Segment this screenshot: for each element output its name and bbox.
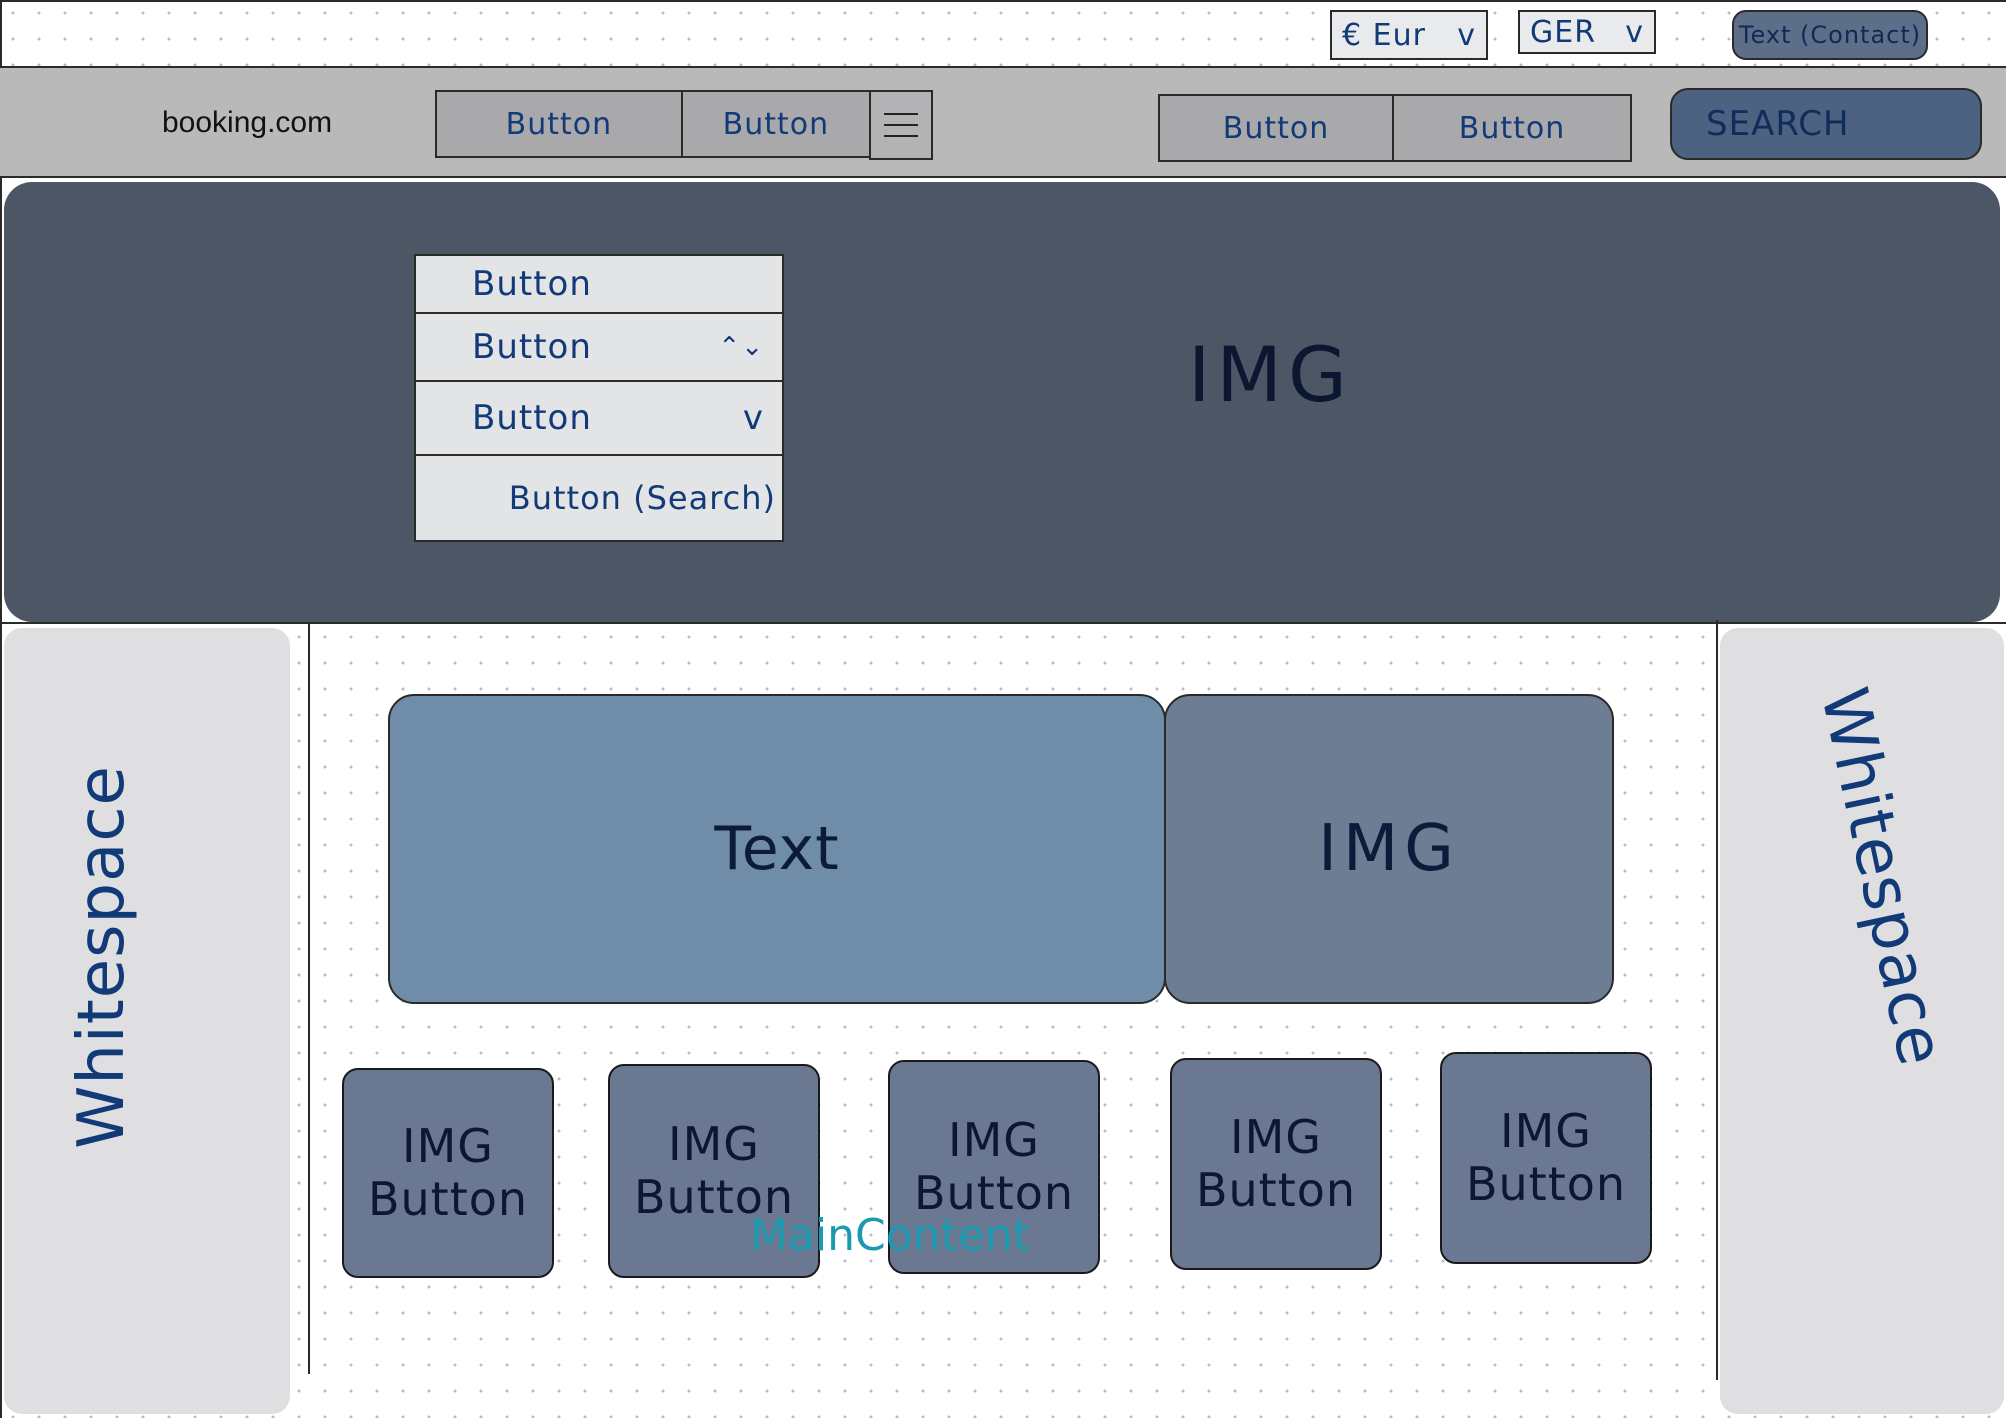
nav-right-button-1[interactable]: Button: [1160, 96, 1392, 160]
menu-icon[interactable]: [869, 90, 933, 160]
currency-select[interactable]: € Eur v: [1330, 10, 1488, 60]
search-panel-row-guests[interactable]: Button v: [416, 382, 782, 456]
nav-right-button-2[interactable]: Button: [1392, 96, 1630, 160]
search-button[interactable]: Search: [1670, 88, 1982, 160]
hero-image-label: IMG: [1188, 330, 1353, 419]
nav-left-button-2[interactable]: Button: [680, 92, 869, 156]
contact-link[interactable]: Text (Contact): [1732, 10, 1928, 60]
chevron-down-icon[interactable]: v: [743, 398, 764, 438]
nav-right-button-group: Button Button: [1158, 94, 1632, 162]
chevron-down-icon: v: [1625, 14, 1644, 50]
search-submit-button[interactable]: Button (Search): [509, 479, 776, 517]
card-image-label: IMG: [1500, 1104, 1592, 1159]
stepper-icon[interactable]: ⌃⌄: [718, 332, 764, 362]
card-button-label: Button: [1195, 1163, 1357, 1217]
card-image-label: IMG: [668, 1117, 760, 1172]
destination-button[interactable]: Button: [472, 264, 592, 304]
language-value: GER: [1530, 14, 1597, 50]
nav-left-button-1[interactable]: Button: [437, 92, 681, 156]
card-image-label: IMG: [948, 1113, 1040, 1168]
top-frame-line: [0, 0, 2006, 2]
left-divider: [308, 624, 310, 1374]
promo-text-block: Text: [388, 694, 1166, 1004]
hero-search-panel: Button Button ⌃⌄ Button v Button (Search…: [414, 254, 784, 542]
hero-image: [4, 182, 2000, 622]
currency-value: € Eur: [1342, 17, 1426, 53]
logo[interactable]: booking.com: [162, 106, 332, 140]
left-frame-line: [0, 0, 2, 1418]
search-panel-row-destination[interactable]: Button: [416, 256, 782, 314]
main-content-label: MainContent: [750, 1210, 1031, 1261]
hero-bottom-line: [0, 622, 2006, 624]
category-card-4[interactable]: IMG Button: [1170, 1058, 1382, 1270]
guests-button[interactable]: Button: [472, 398, 592, 438]
category-card-1[interactable]: IMG Button: [342, 1068, 554, 1278]
category-card-5[interactable]: IMG Button: [1440, 1052, 1652, 1264]
chevron-down-icon: v: [1457, 17, 1476, 53]
search-panel-row-submit[interactable]: Button (Search): [416, 456, 782, 540]
card-image-label: IMG: [402, 1119, 494, 1174]
left-whitespace-label: Whitespace: [64, 765, 139, 1149]
language-select[interactable]: GER v: [1518, 10, 1656, 54]
nav-left-button-group: Button Button: [435, 90, 871, 158]
left-whitespace: [4, 628, 290, 1414]
card-button-label: Button: [1465, 1157, 1627, 1211]
card-button-label: Button: [367, 1172, 529, 1226]
search-panel-row-dates[interactable]: Button ⌃⌄: [416, 314, 782, 382]
promo-image: IMG: [1164, 694, 1614, 1004]
dates-button[interactable]: Button: [472, 327, 592, 367]
card-image-label: IMG: [1230, 1110, 1322, 1165]
right-divider: [1716, 620, 1718, 1380]
